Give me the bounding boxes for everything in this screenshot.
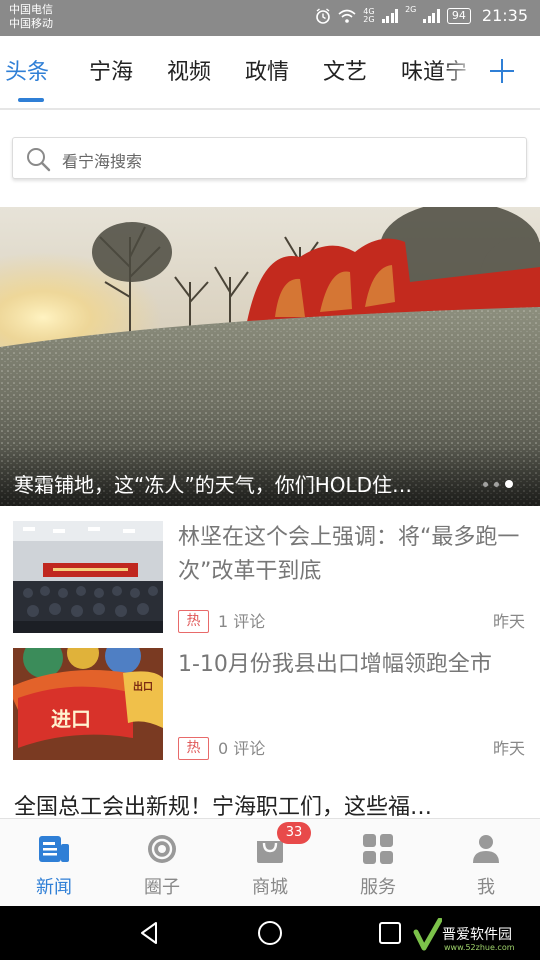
shop-badge: 33 (277, 822, 311, 844)
system-navigation-bar: 晋爱软件园 www.52zhue.com (0, 906, 540, 960)
back-icon[interactable] (136, 919, 164, 947)
tab-fade-mask (440, 36, 480, 106)
news-item[interactable]: 林坚在这个会上强调：将“最多跑一次”改革干到底 热 1 评论 昨天 (0, 521, 540, 641)
alarm-icon (316, 7, 331, 24)
nav-label: 商城 (252, 877, 288, 898)
tab-ninghai[interactable]: 宁海 (89, 58, 133, 88)
carousel-indicator (483, 480, 513, 488)
comment-count: 1 评论 (218, 612, 266, 631)
banner-caption[interactable]: 寒霜铺地，这“冻人”的天气，你们HOLD住… (14, 469, 474, 498)
comment-count: 0 评论 (218, 739, 266, 758)
news-icon (39, 836, 69, 862)
net-label-3: 2G (405, 5, 417, 14)
nav-label: 服务 (360, 877, 396, 898)
battery-level: 94 (451, 8, 466, 22)
nav-me[interactable]: 我 (432, 819, 540, 907)
nav-services[interactable]: 服务 (324, 819, 432, 907)
news-thumbnail (13, 521, 163, 633)
carrier-1: 中国电信 (9, 3, 53, 16)
channel-tabs: 头条 宁海 视频 政情 文艺 味道宁 (0, 36, 540, 110)
carousel-dot (494, 481, 499, 487)
news-time: 昨天 (492, 612, 525, 631)
news-title: 1-10月份我县出口增幅领跑全市 (178, 652, 492, 677)
user-icon (473, 835, 499, 863)
network-type: 4G 2G (363, 7, 375, 24)
circle-icon (148, 835, 176, 863)
nav-news[interactable]: 新闻 (0, 819, 108, 907)
tab-headlines[interactable]: 头条 (5, 58, 49, 88)
nav-shop[interactable]: 33 商城 (216, 819, 324, 907)
recents-icon[interactable] (376, 919, 404, 947)
nav-label: 我 (477, 877, 495, 898)
watermark-text: 晋爱软件园 (442, 927, 512, 943)
bottom-navigation: 新闻 圈子 33 商城 服务 我 (0, 818, 540, 906)
nav-label: 圈子 (144, 877, 180, 898)
news-thumbnail: 进口 出口 (13, 648, 163, 760)
watermark-logo-icon (413, 918, 442, 951)
net-label-2: 2G (363, 14, 375, 24)
signal-icon-2 (423, 8, 440, 23)
search-icon (27, 148, 51, 172)
clock: 21:35 (481, 6, 528, 25)
banner-carousel[interactable]: 寒霜铺地，这“冻人”的天气，你们HOLD住… (0, 207, 540, 506)
nav-label: 新闻 (36, 877, 72, 898)
tab-arts[interactable]: 文艺 (323, 58, 367, 88)
news-time: 昨天 (492, 739, 525, 758)
carousel-dot-active (505, 480, 513, 488)
battery-icon: 94 (446, 7, 471, 24)
home-icon[interactable] (256, 919, 284, 947)
news-title-text-only[interactable]: 全国总工会出新规！宁海职工们，这些福… (14, 789, 524, 821)
signal-icon (381, 8, 399, 23)
status-icons: 4G 2G 2G 94 21:35 (315, 6, 528, 25)
thumbnail-text-import: 进口 (51, 707, 91, 731)
thumbnail-text-export: 出口 (133, 680, 153, 693)
tab-politics[interactable]: 政情 (245, 58, 289, 88)
watermark: 晋爱软件园 www.52zhue.com (412, 916, 538, 956)
add-channel-plus-icon[interactable] (487, 56, 517, 86)
search-placeholder: 看宁海搜索 (62, 152, 143, 171)
tab-video[interactable]: 视频 (167, 58, 211, 88)
search-input[interactable]: 看宁海搜索 (12, 137, 527, 179)
carrier-2: 中国移动 (9, 17, 53, 30)
news-item[interactable]: 进口 出口 1-10月份我县出口增幅领跑全市 热 0 评论 昨天 (0, 648, 540, 768)
wifi-icon (338, 9, 356, 23)
carousel-dot (483, 481, 488, 487)
news-title: 林坚在这个会上强调：将“最多跑一次”改革干到底 (178, 525, 520, 584)
active-tab-indicator (18, 98, 44, 102)
watermark-url: www.52zhue.com (444, 943, 515, 952)
hot-tag: 热 (178, 737, 209, 760)
carrier-info: 中国电信 中国移动 (9, 3, 53, 31)
grid-icon (363, 834, 393, 864)
hot-tag: 热 (178, 610, 209, 633)
status-bar: 中国电信 中国移动 4G 2G 2G 94 21:35 (0, 0, 540, 36)
nav-circle[interactable]: 圈子 (108, 819, 216, 907)
